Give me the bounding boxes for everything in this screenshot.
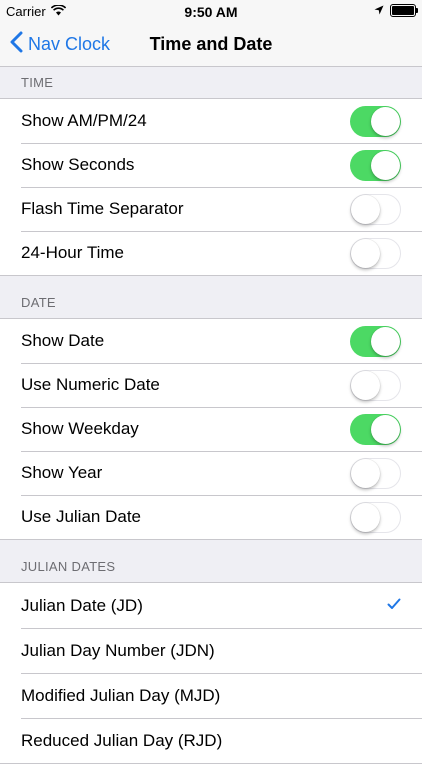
status-right xyxy=(374,3,418,18)
option-jd[interactable]: Julian Date (JD) xyxy=(0,583,422,628)
show-weekday-toggle[interactable] xyxy=(350,413,401,445)
row-label: Use Julian Date xyxy=(21,507,142,526)
show-ampm-toggle[interactable] xyxy=(350,105,401,137)
show-seconds-toggle[interactable] xyxy=(350,149,401,181)
row-show-seconds: Show Seconds xyxy=(0,143,422,187)
row-label: Show Date xyxy=(21,331,105,350)
option-rjd[interactable]: Reduced Julian Day (RJD) xyxy=(0,718,422,763)
row-label: Julian Date (JD) xyxy=(21,595,143,615)
status-bar: Carrier 9:50 AM xyxy=(0,0,422,22)
row-label: Modified Julian Day (MJD) xyxy=(21,685,221,705)
row-show-weekday: Show Weekday xyxy=(0,407,422,451)
row-show-ampm: Show AM/PM/24 xyxy=(0,99,422,143)
row-label: 24-Hour Time xyxy=(21,243,124,262)
row-label: Flash Time Separator xyxy=(21,199,184,218)
option-jdn[interactable]: Julian Day Number (JDN) xyxy=(0,628,422,673)
location-arrow-icon xyxy=(374,3,384,18)
row-numeric-date: Use Numeric Date xyxy=(0,363,422,407)
navigation-bar: Nav Clock Time and Date xyxy=(0,22,422,67)
checkmark-icon xyxy=(387,597,401,615)
option-mjd[interactable]: Modified Julian Day (MJD) xyxy=(0,673,422,718)
status-time: 9:50 AM xyxy=(184,4,238,20)
section-date: Show Date Use Numeric Date Show Weekday … xyxy=(0,318,422,540)
row-julian-date: Use Julian Date xyxy=(0,495,422,539)
numeric-date-toggle[interactable] xyxy=(350,369,401,401)
show-date-toggle[interactable] xyxy=(350,325,401,357)
section-header-time: TIME xyxy=(21,75,54,90)
julian-date-toggle[interactable] xyxy=(350,501,401,533)
row-label: Reduced Julian Day (RJD) xyxy=(21,730,223,750)
row-label: Julian Day Number (JDN) xyxy=(21,640,215,660)
row-show-date: Show Date xyxy=(0,319,422,363)
section-time: Show AM/PM/24 Show Seconds Flash Time Se… xyxy=(0,98,422,276)
settings-list: TIME Show AM/PM/24 Show Seconds Flash Ti… xyxy=(0,67,422,764)
row-label: Use Numeric Date xyxy=(21,375,160,394)
section-header-date: DATE xyxy=(21,295,56,310)
row-flash-separator: Flash Time Separator xyxy=(0,187,422,231)
24-hour-toggle[interactable] xyxy=(350,237,401,269)
row-show-year: Show Year xyxy=(0,451,422,495)
page-title: Time and Date xyxy=(149,34,273,54)
battery-icon xyxy=(390,4,418,17)
section-julian: Julian Date (JD) Julian Day Number (JDN)… xyxy=(0,582,422,764)
row-24-hour: 24-Hour Time xyxy=(0,231,422,275)
section-header-julian: JULIAN DATES xyxy=(21,559,116,574)
row-label: Show AM/PM/24 xyxy=(21,111,147,130)
row-label: Show Seconds xyxy=(21,155,135,174)
show-year-toggle[interactable] xyxy=(350,457,401,489)
flash-separator-toggle[interactable] xyxy=(350,193,401,225)
row-label: Show Weekday xyxy=(21,419,139,438)
row-label: Show Year xyxy=(21,463,103,482)
